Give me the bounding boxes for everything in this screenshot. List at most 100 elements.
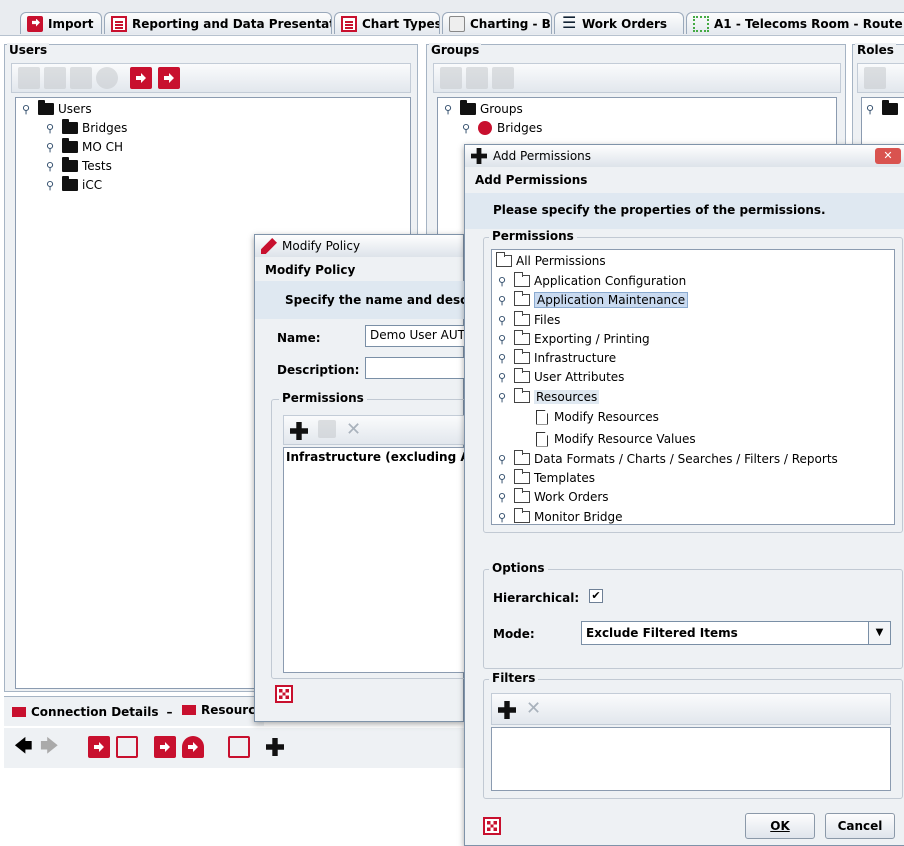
tree-item[interactable]: ⚲ Tests (46, 157, 112, 175)
tree-root-users[interactable]: ⚲ Users (22, 100, 92, 118)
tree-item[interactable]: ⚲ Monitor Bridge (498, 508, 623, 524)
node-label: Data Formats / Charts / Searches / Filte… (534, 452, 838, 466)
power-icon[interactable] (96, 67, 118, 89)
list-icon (561, 13, 577, 32)
expand-icon[interactable]: ⚲ (498, 294, 514, 307)
tree-item[interactable]: ⚲ Application Configuration (498, 272, 686, 290)
export-icon[interactable] (154, 736, 176, 758)
add-user-icon[interactable] (18, 67, 40, 89)
tab-resources[interactable]: Resourc (182, 703, 255, 717)
edit-group-icon[interactable] (466, 67, 488, 89)
tab-telecoms-room[interactable]: A1 - Telecoms Room - Route Fin (686, 12, 904, 34)
add-icon[interactable] (498, 701, 516, 719)
expand-icon[interactable]: ⚲ (866, 103, 882, 116)
forward-arrow-icon[interactable]: 🡆 (40, 738, 59, 756)
tab-chart-types[interactable]: Chart Types (334, 12, 440, 34)
tab-reporting[interactable]: Reporting and Data Presentation (104, 12, 332, 34)
tree-item[interactable]: ⚲ Files (498, 311, 560, 329)
add-permissions-titlebar[interactable]: Add Permissions ✕ (465, 145, 904, 167)
tree-root[interactable]: All Permissions (496, 252, 606, 270)
tree-item[interactable]: ⚲ Exporting / Printing (498, 330, 650, 348)
split-icon[interactable] (116, 736, 138, 758)
close-icon[interactable]: ✕ (875, 148, 901, 164)
back-arrow-icon[interactable]: 🡄 (14, 738, 33, 756)
dialog-heading: Modify Policy (265, 263, 356, 277)
expand-icon[interactable]: ⚲ (22, 103, 38, 116)
expand-window-icon[interactable] (275, 685, 293, 703)
import-icon[interactable] (158, 67, 180, 89)
delete-group-icon[interactable] (492, 67, 514, 89)
expand-icon[interactable]: ⚲ (498, 453, 514, 466)
tab-connection-details[interactable]: Connection Details – (12, 705, 173, 719)
hierarchical-checkbox[interactable]: ✔ (589, 589, 603, 603)
add-icon[interactable] (266, 738, 284, 756)
expand-icon[interactable]: ⚲ (46, 122, 62, 135)
collapse-icon[interactable]: ⚲ (498, 391, 514, 404)
edit-user-icon[interactable] (44, 67, 66, 89)
tab-label: Resourc (201, 703, 256, 717)
tree-item[interactable]: ⚲ Bridges (462, 119, 542, 137)
lock-icon[interactable] (182, 736, 204, 758)
add-group-icon[interactable] (440, 67, 462, 89)
tree-root-groups[interactable]: ⚲ Groups (444, 100, 523, 118)
filters-toolbar: ✕ (491, 693, 891, 725)
mode-select[interactable]: Exclude Filtered Items ▼ (581, 621, 891, 645)
tree-item[interactable]: ⚲ User Attributes (498, 368, 624, 386)
expand-icon[interactable]: ⚲ (444, 103, 460, 116)
expand-icon[interactable]: ⚲ (498, 352, 514, 365)
info-banner: Specify the name and descript (255, 281, 492, 319)
node-label: User Attributes (534, 370, 625, 384)
expand-icon[interactable]: ⚲ (498, 275, 514, 288)
tree-item[interactable]: ⚲ iCC (46, 176, 102, 194)
expand-window-icon[interactable] (483, 817, 501, 835)
info-banner: Please specify the properties of the per… (465, 193, 904, 229)
description-field[interactable] (365, 357, 475, 379)
tree-leaf[interactable]: Modify Resource Values (536, 430, 696, 448)
expand-icon[interactable]: ⚲ (462, 122, 478, 135)
edit-icon[interactable] (88, 736, 110, 758)
minimize-icon[interactable]: – (167, 705, 173, 719)
delete-icon[interactable]: ✕ (526, 700, 541, 718)
tab-label: A1 - Telecoms Room - Route Fin (714, 16, 904, 31)
list-item[interactable]: Infrastructure (excluding All L (286, 450, 472, 464)
expand-icon[interactable]: ⚲ (498, 511, 514, 524)
tree-item[interactable]: ⚲ Work Orders (498, 488, 609, 506)
tab-work-orders[interactable]: Work Orders (554, 12, 684, 34)
tree-root-roles[interactable]: ⚲ (866, 100, 902, 118)
folder-icon (514, 469, 530, 484)
ok-button[interactable]: OK (745, 813, 815, 839)
tree-item[interactable]: ⚲ Infrastructure (498, 349, 616, 367)
node-label: Files (534, 313, 561, 327)
add-role-icon[interactable] (864, 67, 886, 89)
expand-icon[interactable]: ⚲ (46, 179, 62, 192)
window-icon[interactable] (228, 736, 250, 758)
tree-item[interactable]: ⚲ Data Formats / Charts / Searches / Filt… (498, 450, 838, 468)
tree-item[interactable]: ⚲ Templates (498, 469, 595, 487)
tree-item[interactable]: ⚲ Bridges (46, 119, 127, 137)
delete-user-icon[interactable] (70, 67, 92, 89)
add-icon[interactable] (290, 422, 308, 440)
expand-icon[interactable]: ⚲ (498, 371, 514, 384)
add-permissions-dialog: Add Permissions ✕ Add Permissions Please… (464, 144, 904, 846)
cancel-button[interactable]: Cancel (825, 813, 895, 839)
edit-icon[interactable] (318, 420, 336, 438)
chevron-down-icon[interactable]: ▼ (868, 622, 890, 644)
tree-leaf[interactable]: Modify Resources (536, 408, 659, 426)
expand-icon[interactable]: ⚲ (46, 141, 62, 154)
modify-policy-titlebar[interactable]: Modify Policy (255, 235, 463, 257)
export-icon[interactable] (130, 67, 152, 89)
expand-icon[interactable]: ⚲ (498, 491, 514, 504)
name-field[interactable]: Demo User AUT (365, 325, 475, 347)
expand-icon[interactable]: ⚲ (498, 333, 514, 346)
expand-icon[interactable]: ⚲ (46, 160, 62, 173)
delete-icon[interactable]: ✕ (346, 421, 361, 439)
tab-import[interactable]: Import (20, 12, 102, 34)
tree-item[interactable]: ⚲ MO CH (46, 138, 123, 156)
expand-icon[interactable]: ⚲ (498, 472, 514, 485)
options-group (483, 569, 903, 669)
tree-item-selected[interactable]: ⚲ Application Maintenance (498, 291, 689, 309)
tree-item-expanded[interactable]: ⚲ Resources (498, 388, 600, 406)
expand-icon[interactable]: ⚲ (498, 314, 514, 327)
tab-charting[interactable]: Charting - Br (442, 12, 552, 34)
folder-icon (514, 349, 530, 364)
